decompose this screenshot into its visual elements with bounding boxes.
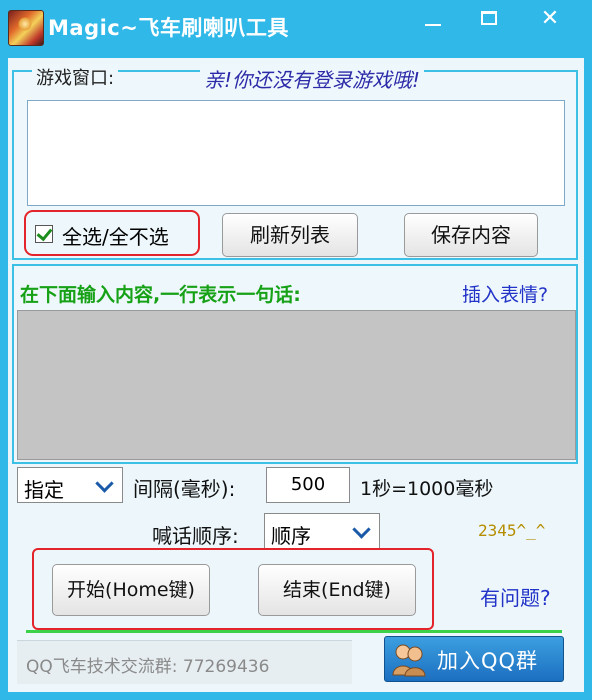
minimize-icon <box>425 24 441 26</box>
chevron-down-icon <box>95 474 114 493</box>
interval-note: 1秒=1000毫秒 <box>360 478 494 500</box>
start-button[interactable]: 开始(Home键) <box>52 564 210 616</box>
insert-emoji-link[interactable]: 插入表情? <box>462 280 548 307</box>
chevron-down-icon <box>352 520 371 539</box>
message-textarea[interactable] <box>17 310 576 460</box>
minimize-button[interactable] <box>403 0 461 40</box>
mode-select[interactable]: 指定 <box>17 467 123 503</box>
maximize-icon <box>481 11 497 25</box>
save-content-button[interactable]: 保存内容 <box>404 213 538 257</box>
order-select[interactable]: 顺序 <box>264 513 380 549</box>
select-all-label[interactable]: 全选/全不选 <box>62 221 169 250</box>
order-select-value: 顺序 <box>271 524 311 548</box>
join-qq-button-label[interactable]: 加入QQ群 <box>437 645 538 675</box>
close-button[interactable]: ✕ <box>521 0 579 40</box>
game-window-list[interactable] <box>27 100 565 206</box>
help-link[interactable]: 有问题? <box>480 582 551 611</box>
select-all-checkbox[interactable] <box>35 225 53 243</box>
interval-input[interactable]: 500 <box>266 467 350 503</box>
login-notice: 亲!你还没有登录游戏哦! <box>200 64 425 93</box>
divider <box>26 630 562 633</box>
order-label: 喊话顺序: <box>152 524 239 548</box>
maximize-button[interactable] <box>461 0 519 40</box>
refresh-list-button[interactable]: 刷新列表 <box>222 213 358 257</box>
interval-label: 间隔(毫秒): <box>133 477 236 501</box>
qq-group-text: QQ飞车技术交流群: 77269436 <box>26 657 270 677</box>
game-window-label: 游戏窗口: <box>32 64 119 90</box>
users-icon <box>392 644 426 677</box>
content-hint: 在下面输入内容,一行表示一句话: <box>20 284 301 306</box>
stop-button[interactable]: 结束(End键) <box>258 564 416 616</box>
window-title: Magic~飞车刷喇叭工具 <box>48 16 289 40</box>
mode-select-value: 指定 <box>24 478 64 502</box>
title-bar[interactable]: Magic~飞车刷喇叭工具 ✕ <box>0 0 592 58</box>
app-logo-icon <box>8 10 44 46</box>
side-text: 2345^_^ <box>478 521 546 540</box>
